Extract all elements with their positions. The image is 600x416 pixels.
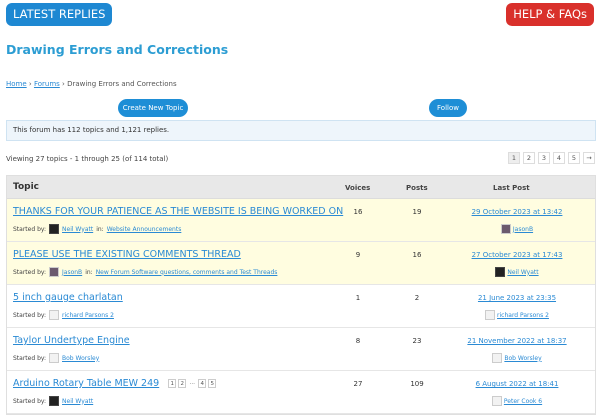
pagination: 1 2 3 4 5 → bbox=[508, 152, 595, 164]
last-post-date-link[interactable]: 27 October 2023 at 17:43 bbox=[447, 251, 587, 259]
topic-title-wrap: Arduino Rotary Table MEW 249 1 2 … 4 5 bbox=[13, 378, 217, 389]
avatar[interactable] bbox=[49, 224, 60, 234]
topic-page-1-link[interactable]: 1 bbox=[168, 379, 177, 388]
breadcrumb: Home › Forums › Drawing Errors and Corre… bbox=[6, 80, 177, 88]
topic-page-5-link[interactable]: 5 bbox=[208, 379, 217, 388]
help-faqs-button[interactable]: HELP & FAQs bbox=[506, 3, 594, 26]
avatar[interactable] bbox=[492, 353, 503, 363]
voices-count: 9 bbox=[355, 251, 361, 259]
topic-started-by: Started by: Neil Wyatt in: Website Annou… bbox=[13, 224, 181, 234]
topic-mini-pagination: 1 2 … 4 5 bbox=[168, 379, 217, 388]
topic-title-link[interactable]: 5 inch gauge charlatan bbox=[13, 292, 123, 303]
last-post-date-link[interactable]: 29 October 2023 at 13:42 bbox=[447, 208, 587, 216]
header-last-post: Last Post bbox=[493, 184, 530, 192]
page-4-button[interactable]: 4 bbox=[553, 152, 565, 164]
posts-count: 16 bbox=[412, 251, 422, 259]
last-post-user: Peter Cook 6 bbox=[447, 396, 587, 406]
topic-page-2-link[interactable]: 2 bbox=[178, 379, 187, 388]
posts-count: 2 bbox=[414, 294, 420, 302]
page-title: Drawing Errors and Corrections bbox=[6, 42, 229, 57]
page-5-button[interactable]: 5 bbox=[568, 152, 580, 164]
last-post-user: Neil Wyatt bbox=[447, 267, 587, 277]
started-by-label: Started by: bbox=[13, 354, 47, 362]
author-link[interactable]: richard Parsons 2 bbox=[62, 312, 114, 319]
last-post-date-link[interactable]: 21 June 2023 at 23:35 bbox=[447, 294, 587, 302]
posts-count: 19 bbox=[412, 208, 422, 216]
last-post-user: richard Parsons 2 bbox=[447, 310, 587, 320]
started-by-label: Started by: bbox=[13, 268, 47, 276]
topics-table: Topic Voices Posts Last Post THANKS FOR … bbox=[6, 175, 596, 415]
last-user-link[interactable]: Neil Wyatt bbox=[507, 269, 538, 276]
table-row: PLEASE USE THE EXISTING COMMENTS THREAD … bbox=[7, 242, 595, 285]
author-link[interactable]: Neil Wyatt bbox=[62, 226, 93, 233]
forum-link[interactable]: Website Announcements bbox=[107, 226, 182, 233]
avatar[interactable] bbox=[49, 267, 60, 277]
table-row: 5 inch gauge charlatan Started by: richa… bbox=[7, 285, 595, 328]
avatar[interactable] bbox=[495, 267, 506, 277]
voices-count: 8 bbox=[355, 337, 361, 345]
topic-page-4-link[interactable]: 4 bbox=[198, 379, 207, 388]
posts-count: 23 bbox=[412, 337, 422, 345]
last-post-date-link[interactable]: 6 August 2022 at 18:41 bbox=[447, 380, 587, 388]
avatar[interactable] bbox=[485, 310, 496, 320]
topic-title-link[interactable]: Taylor Undertype Engine bbox=[13, 335, 130, 346]
table-header: Topic Voices Posts Last Post bbox=[7, 176, 595, 199]
avatar[interactable] bbox=[500, 224, 511, 234]
viewing-count: Viewing 27 topics - 1 through 25 (of 114… bbox=[6, 155, 169, 163]
last-post-user: JasonB bbox=[447, 224, 587, 234]
avatar[interactable] bbox=[49, 396, 60, 406]
last-user-link[interactable]: richard Parsons 2 bbox=[497, 312, 549, 319]
last-post-date-link[interactable]: 21 November 2022 at 18:37 bbox=[447, 337, 587, 345]
topic-started-by: Started by: JasonB in: New Forum Softwar… bbox=[13, 267, 277, 277]
author-link[interactable]: Bob Worsley bbox=[62, 355, 99, 362]
avatar[interactable] bbox=[49, 310, 60, 320]
next-page-button[interactable]: → bbox=[583, 152, 595, 164]
header-posts: Posts bbox=[406, 184, 428, 192]
in-label: in: bbox=[85, 268, 93, 276]
breadcrumb-separator: › bbox=[28, 80, 32, 88]
latest-replies-button[interactable]: LATEST REPLIES bbox=[6, 3, 113, 26]
posts-count: 109 bbox=[410, 380, 424, 388]
topic-started-by: Started by: Bob Worsley bbox=[13, 353, 99, 363]
topic-title-link[interactable]: THANKS FOR YOUR PATIENCE AS THE WEBSITE … bbox=[13, 206, 343, 217]
avatar[interactable] bbox=[49, 353, 60, 363]
breadcrumb-home-link[interactable]: Home bbox=[6, 80, 27, 88]
last-user-link[interactable]: JasonB bbox=[513, 226, 533, 233]
voices-count: 16 bbox=[353, 208, 363, 216]
breadcrumb-current: Drawing Errors and Corrections bbox=[67, 80, 177, 88]
last-user-link[interactable]: Bob Worsley bbox=[504, 355, 541, 362]
topic-page-ellipsis: … bbox=[189, 380, 195, 386]
avatar[interactable] bbox=[491, 396, 502, 406]
page-3-button[interactable]: 3 bbox=[538, 152, 550, 164]
voices-count: 27 bbox=[353, 380, 363, 388]
breadcrumb-separator: › bbox=[62, 80, 65, 88]
forum-info-notice: This forum has 112 topics and 1,121 repl… bbox=[6, 120, 596, 141]
last-post-user: Bob Worsley bbox=[447, 353, 587, 363]
follow-button[interactable]: Follow bbox=[429, 99, 467, 117]
started-by-label: Started by: bbox=[13, 225, 47, 233]
breadcrumb-forums-link[interactable]: Forums bbox=[34, 80, 60, 88]
started-by-label: Started by: bbox=[13, 311, 47, 319]
topic-title-link[interactable]: PLEASE USE THE EXISTING COMMENTS THREAD bbox=[13, 249, 241, 260]
table-row: Arduino Rotary Table MEW 249 1 2 … 4 5 S… bbox=[7, 371, 595, 414]
page-2-button[interactable]: 2 bbox=[523, 152, 535, 164]
table-row: Taylor Undertype Engine Started by: Bob … bbox=[7, 328, 595, 371]
author-link[interactable]: Neil Wyatt bbox=[62, 398, 93, 405]
topic-started-by: Started by: richard Parsons 2 bbox=[13, 310, 114, 320]
in-label: in: bbox=[96, 225, 104, 233]
author-link[interactable]: JasonB bbox=[62, 269, 82, 276]
create-new-topic-button[interactable]: Create New Topic bbox=[118, 99, 188, 117]
voices-count: 1 bbox=[355, 294, 361, 302]
started-by-label: Started by: bbox=[13, 397, 47, 405]
table-row: THANKS FOR YOUR PATIENCE AS THE WEBSITE … bbox=[7, 199, 595, 242]
topic-started-by: Started by: Neil Wyatt bbox=[13, 396, 93, 406]
header-voices: Voices bbox=[345, 184, 371, 192]
forum-link[interactable]: New Forum Software questions, comments a… bbox=[96, 269, 278, 276]
topic-title-link[interactable]: Arduino Rotary Table MEW 249 bbox=[13, 378, 159, 389]
page-1-button[interactable]: 1 bbox=[508, 152, 520, 164]
header-topic: Topic bbox=[13, 182, 39, 192]
last-user-link[interactable]: Peter Cook 6 bbox=[504, 398, 542, 405]
